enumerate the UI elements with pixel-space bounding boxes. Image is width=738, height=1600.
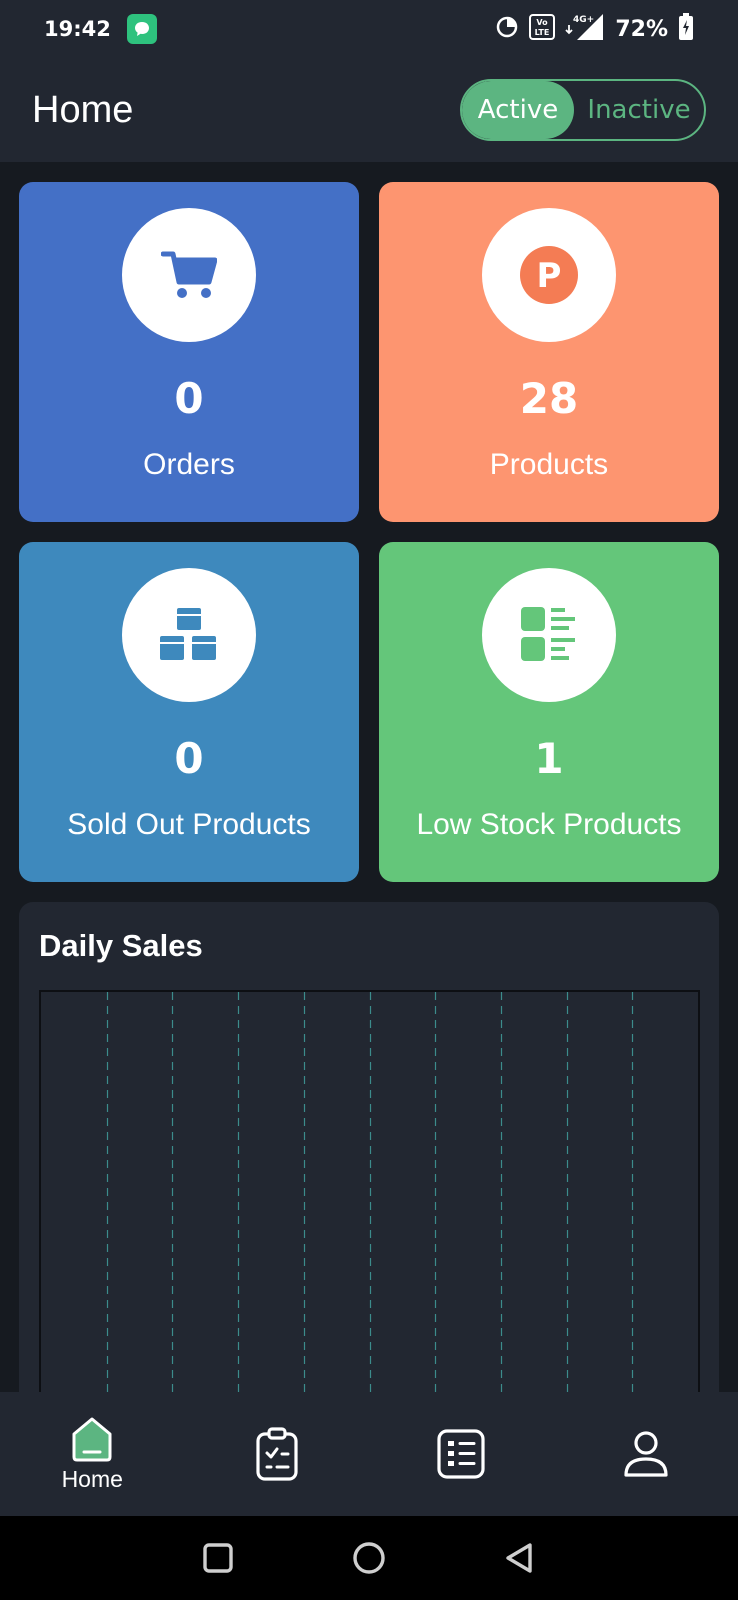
recent-apps-icon[interactable] — [202, 1542, 234, 1574]
battery-charging-icon — [678, 12, 694, 46]
sold-out-label: Sold Out Products — [67, 808, 311, 841]
back-icon[interactable] — [504, 1542, 536, 1574]
daily-sales-panel: Daily Sales — [19, 902, 719, 1422]
orders-count: 0 — [174, 374, 204, 423]
orders-icon-circle — [122, 208, 256, 342]
products-label: Products — [489, 448, 609, 481]
message-notification-icon — [126, 14, 157, 44]
volte-icon: Vo LTE — [529, 13, 556, 45]
clipboard-check-icon — [256, 1427, 298, 1481]
daily-sales-title: Daily Sales — [39, 928, 203, 963]
status-toggle[interactable]: Active Inactive — [460, 79, 706, 141]
profile-icon — [624, 1431, 668, 1477]
low-stock-label: Low Stock Products — [416, 808, 682, 841]
low-stock-card[interactable]: 1 Low Stock Products — [379, 542, 719, 882]
stat-cards: 0 Orders P 28 Products 0 Sold Out Produc… — [19, 182, 719, 882]
products-icon-circle: P — [482, 208, 616, 342]
orders-card[interactable]: 0 Orders — [19, 182, 359, 522]
product-p-icon: P — [520, 246, 578, 304]
nav-home[interactable]: Home — [27, 1392, 157, 1516]
battery-percent: 72% — [615, 16, 668, 42]
chart-canvas — [106, 992, 634, 1412]
nav-home-label: Home — [61, 1465, 123, 1492]
svg-text:Vo: Vo — [537, 18, 549, 27]
low-stock-count: 1 — [534, 734, 564, 783]
nav-profile[interactable] — [581, 1392, 711, 1516]
svg-text:LTE: LTE — [535, 28, 550, 37]
boxes-icon — [160, 608, 216, 660]
svg-text:4G+: 4G+ — [573, 15, 594, 25]
bottom-nav: Home — [0, 1392, 738, 1516]
daily-sales-chart — [39, 990, 700, 1412]
status-time: 19:42 — [44, 17, 111, 41]
sold-out-icon-circle — [122, 568, 256, 702]
status-indicators: Vo LTE 4G+ 72% — [495, 12, 694, 46]
sold-out-count: 0 — [174, 734, 204, 783]
home-circle-icon[interactable] — [352, 1541, 386, 1575]
home-icon — [72, 1417, 112, 1461]
toggle-inactive-option[interactable]: Inactive — [574, 81, 704, 139]
svg-text:P: P — [537, 256, 562, 296]
orders-label: Orders — [143, 448, 235, 481]
nav-orders[interactable] — [212, 1392, 342, 1516]
system-nav-bar — [0, 1516, 738, 1600]
stock-list-icon — [521, 607, 575, 661]
toggle-active-option[interactable]: Active — [462, 81, 574, 139]
low-stock-icon-circle — [482, 568, 616, 702]
app-header: Home Active Inactive — [0, 58, 738, 162]
list-icon — [437, 1429, 485, 1479]
nav-list[interactable] — [396, 1392, 526, 1516]
sold-out-card[interactable]: 0 Sold Out Products — [19, 542, 359, 882]
page-title: Home — [32, 88, 134, 131]
signal-icon: 4G+ — [565, 13, 605, 46]
cart-icon — [161, 251, 217, 298]
products-card[interactable]: P 28 Products — [379, 182, 719, 522]
data-saver-icon — [495, 15, 519, 44]
status-bar: 19:42 Vo LTE 4G+ 72% — [0, 0, 738, 58]
products-count: 28 — [519, 374, 579, 423]
